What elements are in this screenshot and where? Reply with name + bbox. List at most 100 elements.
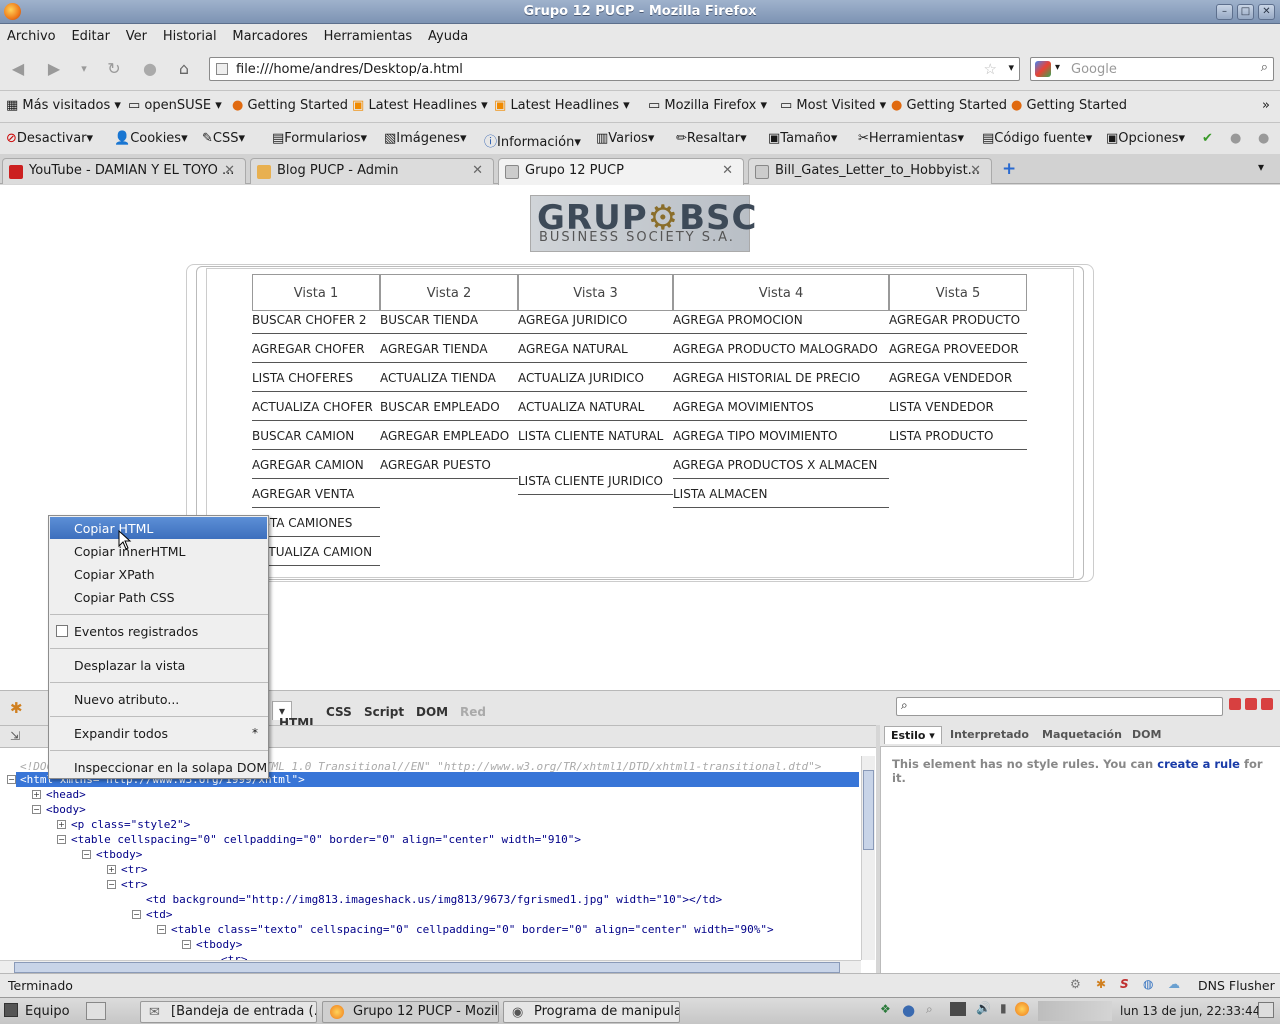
back-icon[interactable]: ◀	[6, 57, 30, 81]
link-lista-producto[interactable]: LISTA PRODUCTO	[889, 429, 993, 443]
firebug-tab-script[interactable]: Script	[364, 705, 404, 719]
google-icon[interactable]	[1035, 61, 1051, 77]
scrollbar-thumb[interactable]	[863, 770, 874, 850]
bookmark-getting-started[interactable]: ● Getting Started	[232, 98, 348, 113]
link-lista-cliente-juridico[interactable]: LISTA CLIENTE JURIDICO	[518, 474, 663, 488]
collapse-icon[interactable]: −	[7, 775, 16, 784]
td-node[interactable]: <td>	[146, 908, 173, 921]
side-tab-interpretado[interactable]: Interpretado	[950, 728, 1029, 741]
side-tab-estilo[interactable]: Estilo ▾	[884, 726, 942, 744]
dev-cookies[interactable]: 👤Cookies▾	[114, 131, 188, 146]
firebug-icon[interactable]: ✱	[10, 699, 23, 717]
link-buscar-tienda[interactable]: BUSCAR TIENDA	[380, 313, 478, 327]
link-agrega-historial-precio[interactable]: AGREGA HISTORIAL DE PRECIO	[673, 371, 860, 385]
dev-css[interactable]: ✎CSS▾	[202, 131, 245, 146]
firebug-tab-html[interactable]: HTML ▾	[272, 701, 317, 730]
tray-icon[interactable]: ▮	[1000, 1001, 1007, 1015]
menu-ayuda[interactable]: Ayuda	[428, 29, 473, 44]
dev-resaltar[interactable]: ✏Resaltar▾	[676, 131, 747, 146]
menu-archivo[interactable]: Archivo	[7, 29, 61, 44]
link-agregar-venta[interactable]: AGREGAR VENTA	[252, 487, 354, 501]
taskbar-mail[interactable]: ✉ [Bandeja de entrada (...	[140, 1001, 317, 1023]
firebug-tab-red[interactable]: Red	[460, 705, 486, 719]
menu-ver[interactable]: Ver	[126, 29, 152, 44]
tr-node-2[interactable]: <tr>	[121, 878, 148, 891]
bookmark-star-icon[interactable]: ☆	[984, 60, 997, 78]
search-icon[interactable]: ⌕	[1261, 60, 1268, 75]
user-icon[interactable]: ●	[902, 1001, 915, 1019]
link-buscar-chofer-2[interactable]: BUSCAR CHOFER 2	[252, 313, 367, 327]
tab-grupo12[interactable]: Grupo 12 PUCP ✕	[498, 158, 744, 185]
workspace-switcher[interactable]	[1038, 1001, 1112, 1021]
forward-icon[interactable]: ▶	[42, 57, 66, 81]
addon-icon[interactable]: ⚙	[1070, 977, 1081, 991]
link-agrega-vendedor[interactable]: AGREGA VENDEDOR	[889, 371, 1012, 385]
bookmark-getting-started-3[interactable]: ● Getting Started	[1011, 98, 1127, 113]
dev-formularios[interactable]: ▤Formularios▾	[272, 131, 367, 146]
menu-expandir-todos[interactable]: Expandir todos	[74, 726, 168, 741]
url-dropdown-icon[interactable]: ▾	[1008, 61, 1014, 74]
link-agregar-chofer[interactable]: AGREGAR CHOFER	[252, 342, 365, 356]
home-icon[interactable]: ⌂	[172, 57, 196, 81]
tr-node[interactable]: <tr>	[121, 863, 148, 876]
collapse-icon[interactable]: −	[82, 850, 91, 859]
globe-icon[interactable]: ◍	[1143, 977, 1153, 991]
monitor-icon[interactable]	[950, 1002, 966, 1016]
menu-desplazar-vista[interactable]: Desplazar la vista	[74, 658, 185, 673]
link-actualiza-juridico[interactable]: ACTUALIZA JURIDICO	[518, 371, 644, 385]
dev-varios[interactable]: ▥Varios▾	[596, 131, 654, 146]
firebug-close-icon[interactable]	[1261, 698, 1273, 710]
link-agregar-puesto[interactable]: AGREGAR PUESTO	[380, 458, 491, 472]
firebug-tab-dom[interactable]: DOM	[416, 705, 448, 719]
head-node[interactable]: <head>	[46, 788, 86, 801]
menu-copiar-path-css[interactable]: Copiar Path CSS	[74, 590, 175, 605]
menu-herramientas[interactable]: Herramientas	[324, 29, 418, 44]
bookmark-mozilla-firefox[interactable]: ▭ Mozilla Firefox ▾	[648, 98, 767, 113]
dev-imagenes[interactable]: ▧Imágenes▾	[384, 131, 467, 146]
stop-icon[interactable]: ●	[138, 57, 162, 81]
collapse-icon[interactable]: −	[182, 940, 191, 949]
td-background-node[interactable]: <td background="http://img813.imageshack…	[146, 893, 722, 906]
side-tab-maquetacion[interactable]: Maquetación	[1042, 728, 1122, 741]
collapse-icon[interactable]: −	[132, 910, 141, 919]
link-agregar-tienda[interactable]: AGREGAR TIENDA	[380, 342, 488, 356]
vertical-scrollbar[interactable]	[861, 756, 875, 960]
breadcrumb-icon[interactable]: ⇲	[10, 729, 20, 743]
menu-eventos-registrados[interactable]: Eventos registrados	[74, 624, 198, 639]
collapse-icon[interactable]: −	[57, 835, 66, 844]
minimize-button[interactable]: –	[1216, 4, 1233, 20]
firebug-detach-icon[interactable]	[1245, 698, 1257, 710]
firebug-minimize-icon[interactable]	[1229, 698, 1241, 710]
link-buscar-camion[interactable]: BUSCAR CAMION	[252, 429, 354, 443]
link-actualiza-camion[interactable]: ACTUALIZA CAMION	[252, 545, 372, 559]
menu-nuevo-atributo[interactable]: Nuevo atributo...	[74, 692, 179, 707]
tab-bill-gates[interactable]: Bill_Gates_Letter_to_Hobbyist... ✕	[748, 158, 992, 184]
create-rule-link[interactable]: create a rule	[1157, 757, 1240, 771]
eventos-checkbox[interactable]	[56, 625, 68, 637]
dev-herramientas[interactable]: ✂Herramientas▾	[858, 131, 964, 146]
link-actualiza-tienda[interactable]: ACTUALIZA TIENDA	[380, 371, 496, 385]
link-agrega-movimientos[interactable]: AGREGA MOVIMIENTOS	[673, 400, 814, 414]
dns-flusher-label[interactable]: DNS Flusher	[1198, 978, 1275, 993]
link-agrega-proveedor[interactable]: AGREGA PROVEEDOR	[889, 342, 1019, 356]
bookmark-getting-started-2[interactable]: ● Getting Started	[891, 98, 1007, 113]
link-lista-cliente-natural[interactable]: LISTA CLIENTE NATURAL	[518, 429, 663, 443]
search-engine-dropdown-icon[interactable]: ▾	[1055, 62, 1060, 73]
si-icon[interactable]: S	[1120, 977, 1129, 991]
menu-marcadores[interactable]: Marcadores	[232, 29, 312, 44]
menu-copiar-xpath[interactable]: Copiar XPath	[74, 567, 155, 582]
expand-icon[interactable]: +	[57, 820, 66, 829]
firebug-status-icon[interactable]: ✱	[1096, 977, 1106, 991]
dev-opciones[interactable]: ▣Opciones▾	[1106, 131, 1185, 146]
search-box[interactable]: ▾ Google ⌕	[1030, 57, 1274, 81]
bookmark-most-visited[interactable]: ▭ Most Visited ▾	[780, 98, 886, 113]
side-tab-dom[interactable]: DOM	[1132, 728, 1161, 741]
p-node[interactable]: <p class="style2">	[71, 818, 190, 831]
expand-icon[interactable]: +	[32, 790, 41, 799]
body-node[interactable]: <body>	[46, 803, 86, 816]
menu-copiar-html[interactable]: Copiar HTML	[74, 521, 153, 536]
network-icon[interactable]: ❖	[880, 1002, 891, 1016]
collapse-icon[interactable]: −	[32, 805, 41, 814]
bookmark-opensuse[interactable]: ▭ openSUSE ▾	[128, 98, 222, 113]
status-circle-icon-2[interactable]: ●	[1258, 131, 1269, 146]
